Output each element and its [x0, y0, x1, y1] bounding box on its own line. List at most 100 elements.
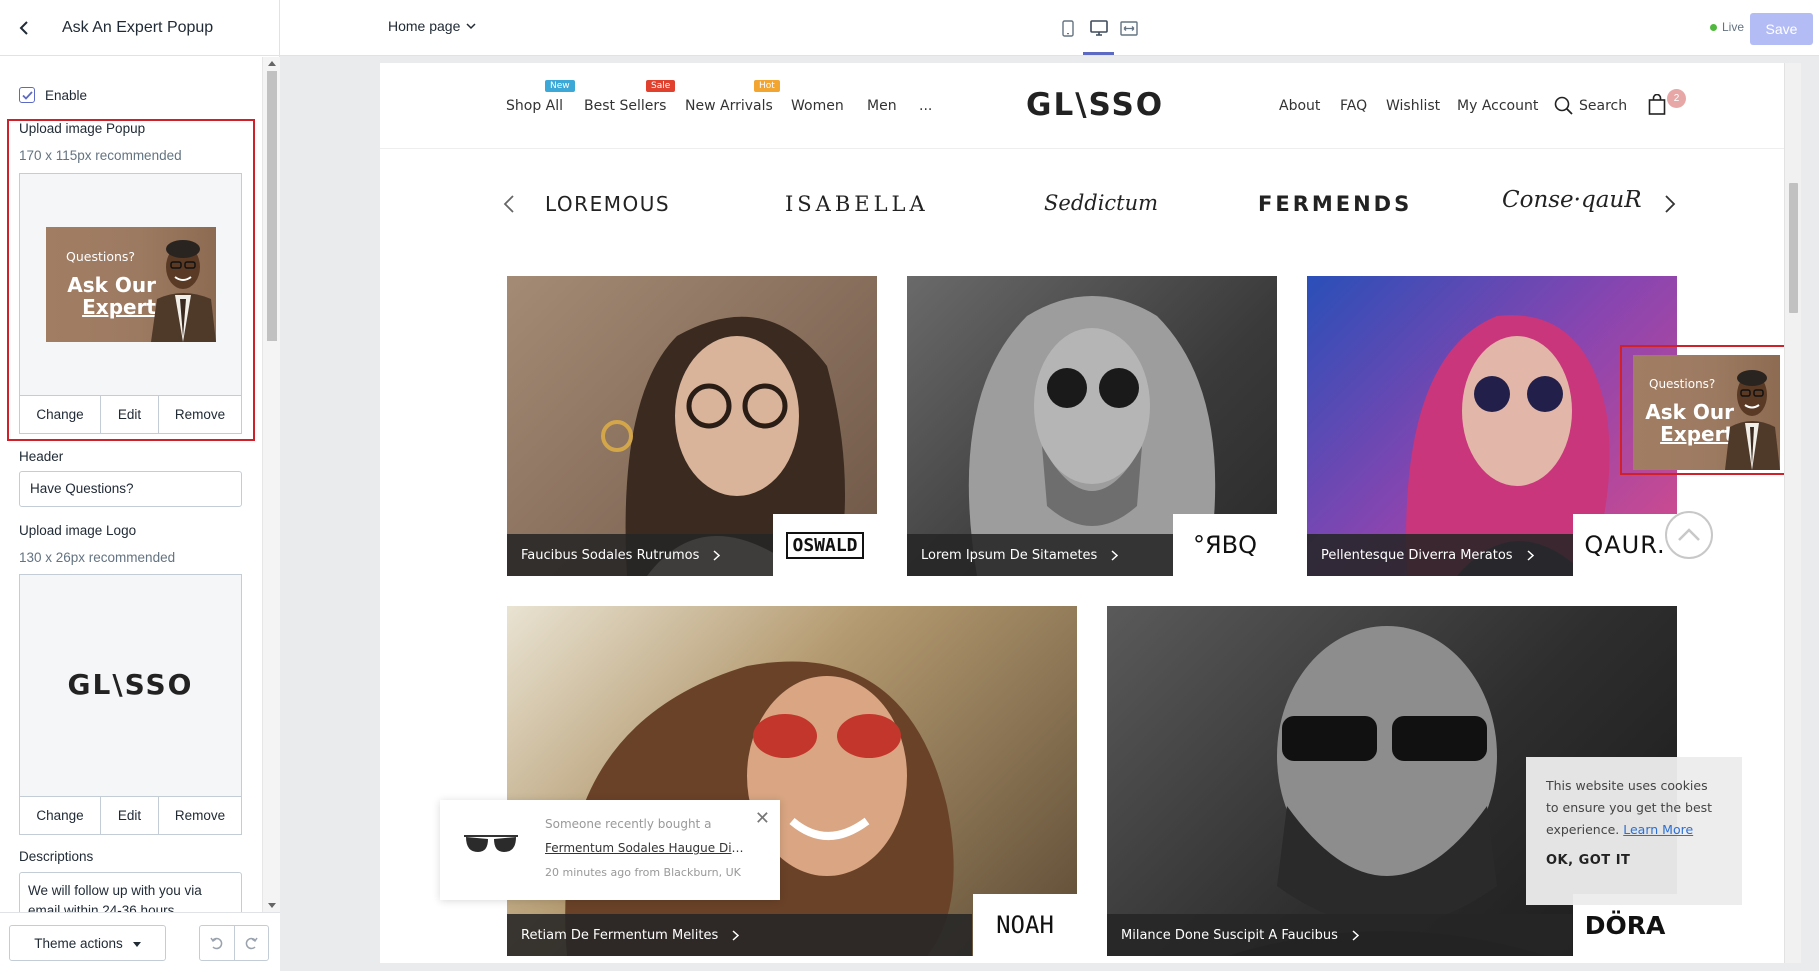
live-dot-icon: [1710, 23, 1717, 31]
active-device-indicator: [1083, 52, 1114, 55]
recent-sale-notification[interactable]: ✕ Someone recently bought a Fermentum So…: [440, 800, 780, 900]
card-2-brand: °ЯBQ: [1192, 531, 1258, 559]
upload-popup-image-picker: Questions? Ask Our Expert Change Edit Re…: [19, 173, 242, 434]
store-logo[interactable]: GL\SSO: [1026, 87, 1164, 123]
brand-prev-arrow-icon[interactable]: [503, 194, 515, 214]
save-button[interactable]: Save: [1750, 13, 1813, 45]
nav-shop-all[interactable]: Shop All: [506, 98, 563, 114]
close-notification-icon[interactable]: ✕: [755, 808, 770, 829]
cookie-accept-button[interactable]: OK, GOT IT: [1546, 853, 1722, 868]
nav-wishlist[interactable]: Wishlist: [1386, 98, 1440, 114]
collection-card-2[interactable]: Lorem Ipsum De Sitametes °ЯBQ: [907, 276, 1277, 576]
brand-fermends[interactable]: FERMENDS: [1258, 192, 1412, 216]
cart-count-badge: 2: [1667, 89, 1686, 108]
theme-actions-button[interactable]: Theme actions: [9, 925, 166, 961]
sidebar-header: Ask An Expert Popup: [0, 0, 279, 56]
storefront-preview: New Sale Hot Shop All Best Sellers New A…: [380, 63, 1801, 963]
chevron-right-icon: [732, 929, 740, 941]
card-1-brand: OSWALD: [786, 531, 864, 559]
cookie-learn-more-link[interactable]: Learn More: [1623, 822, 1693, 837]
theme-actions-label: Theme actions: [34, 935, 123, 951]
descriptions-textarea[interactable]: We will follow up with you via email wit…: [19, 872, 242, 912]
sidebar-title: Ask An Expert Popup: [62, 18, 214, 36]
card-3-brand: QAUR.: [1584, 531, 1666, 559]
enable-checkbox-row[interactable]: Enable: [19, 87, 87, 103]
sales-notification-product[interactable]: Fermentum Sodales Haugue Din...: [545, 841, 750, 855]
upload-popup-label: Upload image Popup: [19, 121, 146, 136]
brand-next-arrow-icon[interactable]: [1664, 194, 1676, 214]
sales-notification-line1: Someone recently bought a: [545, 817, 712, 831]
nav-men[interactable]: Men: [867, 98, 897, 114]
undo-button[interactable]: [200, 926, 235, 960]
live-label: Live: [1722, 20, 1745, 34]
store-header: New Sale Hot Shop All Best Sellers New A…: [380, 63, 1784, 149]
sunglasses-product-image: [464, 835, 518, 852]
upload-logo-hint: 130 x 26px recommended: [19, 550, 176, 565]
search-icon[interactable]: [1554, 96, 1574, 116]
edit-popup-image-button[interactable]: Edit: [101, 396, 159, 433]
page-selector[interactable]: Home page: [388, 18, 476, 34]
preview-scrollbar-thumb[interactable]: [1789, 183, 1798, 313]
popup-image-preview: Questions? Ask Our Expert: [20, 174, 241, 396]
card-4-caption[interactable]: Retiam De Fermentum Melites: [507, 914, 972, 956]
card-3-brand-logo: QAUR.: [1573, 514, 1677, 576]
brand-loremous[interactable]: LOREMOUS: [545, 192, 670, 216]
header-input[interactable]: Have Questions?: [19, 471, 242, 507]
card-1-caption[interactable]: Faucibus Sodales Rutrumos: [507, 534, 773, 576]
nav-new-arrivals[interactable]: New Arrivals: [685, 98, 773, 114]
card-5-caption[interactable]: Milance Done Suscipit A Faucibus: [1107, 914, 1572, 956]
edit-logo-image-button[interactable]: Edit: [101, 797, 159, 834]
desktop-icon: [1090, 20, 1108, 36]
card-2-caption[interactable]: Lorem Ipsum De Sitametes: [907, 534, 1173, 576]
scroll-up-arrow-icon[interactable]: [268, 61, 276, 66]
mobile-view-button[interactable]: [1056, 17, 1080, 39]
undo-redo-group: [199, 925, 269, 961]
highlight-box-floating-expert: [1620, 345, 1786, 475]
change-popup-image-button[interactable]: Change: [20, 396, 101, 433]
fullscreen-view-button[interactable]: [1117, 17, 1141, 39]
redo-icon: [246, 937, 258, 950]
chevron-down-icon: [466, 22, 476, 29]
card-1-brand-logo: OSWALD: [773, 514, 877, 576]
nav-search[interactable]: Search: [1579, 98, 1627, 114]
card-2-brand-logo: °ЯBQ: [1173, 514, 1277, 576]
upload-popup-hint: 170 x 115px recommended: [19, 148, 182, 163]
change-logo-image-button[interactable]: Change: [20, 797, 101, 834]
collection-card-1[interactable]: Faucibus Sodales Rutrumos OSWALD: [507, 276, 877, 576]
nav-my-account[interactable]: My Account: [1457, 98, 1538, 114]
nav-more[interactable]: ...: [919, 98, 932, 114]
back-button[interactable]: [6, 10, 42, 46]
sales-notification-meta: 20 minutes ago from Blackburn, UK: [545, 866, 741, 879]
remove-logo-image-button[interactable]: Remove: [159, 797, 241, 834]
sidebar-scrollbar-thumb[interactable]: [267, 71, 277, 341]
chevron-right-icon: [713, 549, 721, 561]
card-3-title: Pellentesque Diverra Meratos: [1321, 547, 1513, 563]
logo-image-actions: Change Edit Remove: [20, 797, 241, 834]
card-4-title: Retiam De Fermentum Melites: [521, 927, 719, 943]
brand-consequar[interactable]: Conse·qauR: [1502, 187, 1642, 213]
enable-checkbox[interactable]: [19, 87, 35, 103]
nav-women[interactable]: Women: [791, 98, 844, 114]
nav-faq[interactable]: FAQ: [1340, 98, 1367, 114]
sidebar-scrollbar[interactable]: [262, 57, 280, 912]
redo-button[interactable]: [235, 926, 269, 960]
remove-popup-image-button[interactable]: Remove: [159, 396, 241, 433]
brand-isabella[interactable]: ISABELLA: [785, 192, 929, 216]
logo-image-preview: GL\SSO: [20, 575, 241, 797]
preview-scrollbar[interactable]: [1784, 63, 1801, 963]
collection-card-4[interactable]: Retiam De Fermentum Melites NOAH: [507, 606, 1077, 956]
card-3-caption[interactable]: Pellentesque Diverra Meratos: [1307, 534, 1573, 576]
brand-seddictum[interactable]: Seddictum: [1044, 191, 1158, 215]
card-5-title: Milance Done Suscipit A Faucibus: [1121, 927, 1338, 943]
upload-logo-label: Upload image Logo: [19, 523, 137, 538]
banner-question: Questions?: [66, 249, 136, 264]
undo-icon: [210, 937, 222, 950]
scroll-to-top-button[interactable]: [1665, 511, 1713, 559]
nav-best-sellers[interactable]: Best Sellers: [584, 98, 666, 114]
nav-badge-hot: Hot: [754, 80, 780, 92]
cart-icon[interactable]: [1648, 94, 1666, 116]
upload-logo-image-picker: GL\SSO Change Edit Remove: [19, 574, 242, 835]
desktop-view-button[interactable]: [1087, 17, 1111, 39]
nav-about[interactable]: About: [1279, 98, 1320, 114]
scroll-down-arrow-icon[interactable]: [268, 903, 276, 908]
